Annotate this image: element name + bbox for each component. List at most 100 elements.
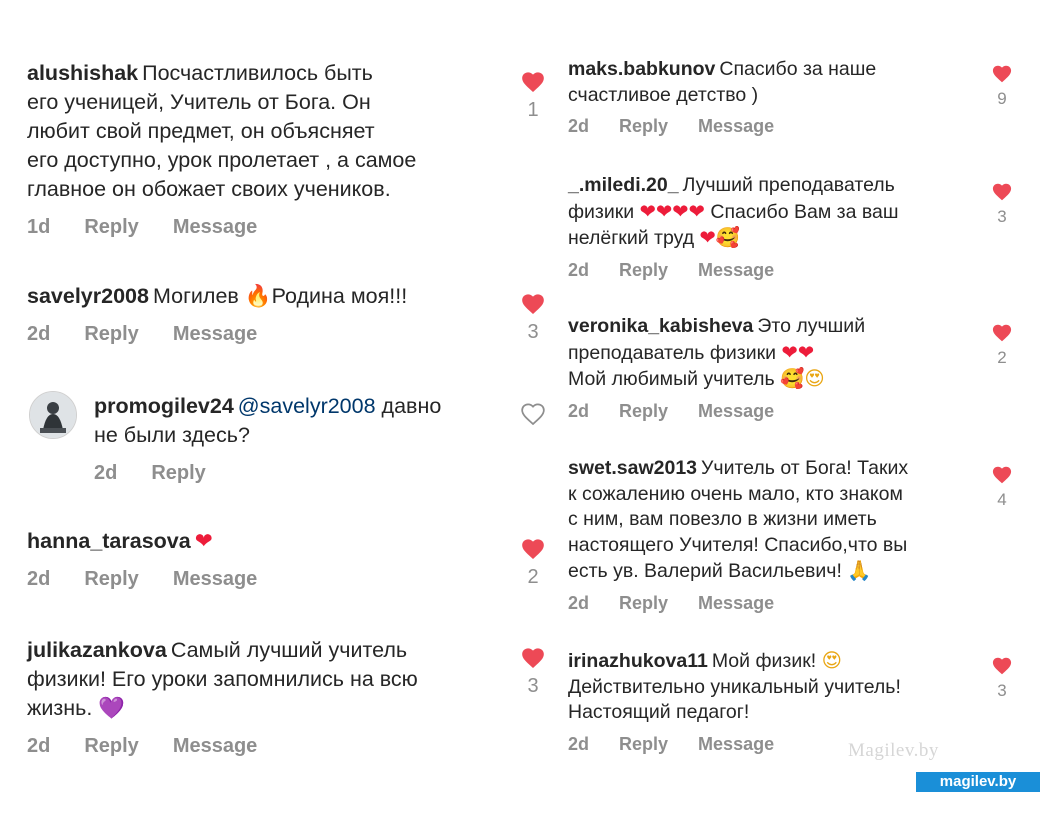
- timestamp: 2d: [568, 400, 590, 421]
- like-count: 3: [997, 681, 1007, 700]
- comment-meta: 1d Reply Message: [27, 216, 497, 239]
- like-button[interactable]: 9: [982, 63, 1022, 109]
- heart-filled-icon: [992, 657, 1012, 675]
- heart-filled-icon: [522, 648, 544, 669]
- username-link[interactable]: irinazhukova11: [568, 650, 708, 672]
- message-button[interactable]: Message: [698, 401, 774, 422]
- watermark-text: Magilev.by: [848, 740, 939, 761]
- like-count: 3: [997, 207, 1007, 226]
- like-button[interactable]: 3: [982, 655, 1022, 701]
- comment-veronika-kabisheva: veronika_kabisheva Это лучший преподавате…: [568, 314, 978, 422]
- like-button[interactable]: 2: [982, 322, 1022, 368]
- username-link[interactable]: _.miledi.20_: [568, 174, 679, 196]
- statue-avatar-icon: [30, 392, 76, 438]
- comment-swet-saw2013: swet.saw2013 Учитель от Бога! Таких к сож…: [568, 456, 978, 614]
- heart-eyes-emoji-icon: 😍: [821, 649, 842, 672]
- username-link[interactable]: maks.babkunov: [568, 58, 715, 80]
- username-link[interactable]: alushishak: [27, 61, 138, 85]
- message-button[interactable]: Message: [698, 116, 774, 137]
- username-link[interactable]: julikazankova: [27, 638, 167, 662]
- comment-text: maks.babkunov Спасибо за наше счастливое …: [568, 58, 877, 106]
- comment-miledi: _.miledi.20_ Лучший преподаватель физики …: [568, 173, 978, 281]
- timestamp: 2d: [27, 735, 51, 757]
- reply-button[interactable]: Reply: [619, 401, 668, 422]
- reply-button[interactable]: Reply: [84, 216, 138, 239]
- timestamp: 2d: [568, 116, 590, 136]
- message-button[interactable]: Message: [698, 593, 774, 614]
- heart-filled-icon: [992, 65, 1012, 83]
- comment-text: _.miledi.20_ Лучший преподаватель физики …: [568, 174, 899, 249]
- reply-button[interactable]: Reply: [84, 568, 138, 591]
- mention-link[interactable]: @savelyr2008: [238, 394, 376, 418]
- reply-button[interactable]: Reply: [151, 462, 205, 485]
- comment-meta: 2d Reply Message: [568, 401, 978, 422]
- message-button[interactable]: Message: [173, 323, 258, 346]
- timestamp: 1d: [27, 216, 51, 238]
- reply-button[interactable]: Reply: [84, 323, 138, 346]
- heart-emoji-icon: ❤: [194, 529, 213, 554]
- reply-button[interactable]: Reply: [619, 593, 668, 614]
- smiling-face-emoji-icon: 🥰😍: [780, 367, 825, 390]
- like-count: 2: [527, 566, 539, 588]
- comment-alushishak: alushishak Посчастливилось быть его учени…: [27, 59, 497, 239]
- comment-text: promogilev24 @savelyr2008 давно не были з…: [94, 394, 442, 447]
- comment-text: alushishak Посчастливилось быть его учени…: [27, 61, 417, 201]
- like-button[interactable]: 2: [513, 536, 553, 589]
- like-count: 2: [997, 348, 1007, 367]
- comment-meta: 2d Reply: [94, 462, 494, 485]
- like-button[interactable]: 3: [982, 181, 1022, 227]
- timestamp: 2d: [27, 323, 51, 345]
- like-count: 1: [527, 99, 539, 121]
- comment-maks-babkunov: maks.babkunov Спасибо за наше счастливое …: [568, 57, 968, 137]
- reply-button[interactable]: Reply: [619, 260, 668, 281]
- timestamp: 2d: [27, 568, 51, 590]
- fire-emoji-icon: 🔥: [244, 284, 272, 309]
- timestamp: 2d: [568, 259, 590, 280]
- comment-meta: 2d Reply Message: [27, 323, 497, 346]
- comment-text: swet.saw2013 Учитель от Бога! Таких к сож…: [568, 457, 909, 582]
- heart-filled-icon: [522, 539, 544, 560]
- comment-savelyr2008: savelyr2008 Могилев 🔥Родина моя!!! 2d Rep…: [27, 282, 497, 346]
- username-link[interactable]: promogilev24: [94, 394, 234, 418]
- comment-meta: 2d Reply Message: [568, 260, 978, 281]
- heart-smiling-emoji-icon: ❤🥰: [699, 226, 741, 249]
- hearts-emoji-icon: ❤❤❤❤: [639, 199, 705, 223]
- like-button[interactable]: 4: [982, 464, 1022, 510]
- username-link[interactable]: savelyr2008: [27, 284, 149, 308]
- like-count: 3: [527, 675, 539, 697]
- timestamp: 2d: [94, 462, 118, 484]
- message-button[interactable]: Message: [698, 734, 774, 755]
- like-count: 9: [997, 89, 1007, 108]
- message-button[interactable]: Message: [173, 216, 258, 239]
- reply-button[interactable]: Reply: [84, 735, 138, 758]
- message-button[interactable]: Message: [698, 260, 774, 281]
- comment-meta: 2d Reply Message: [27, 568, 497, 591]
- message-button[interactable]: Message: [173, 735, 258, 758]
- comment-irinazhukova11: irinazhukova11 Мой физик! 😍 Действительно…: [568, 648, 978, 755]
- timestamp: 2d: [568, 733, 590, 754]
- reply-button[interactable]: Reply: [619, 734, 668, 755]
- username-link[interactable]: swet.saw2013: [568, 457, 697, 479]
- heart-filled-icon: [992, 466, 1012, 484]
- comment-text: irinazhukova11 Мой физик! 😍 Действительно…: [568, 649, 901, 723]
- comment-meta: 2d Reply Message: [27, 735, 507, 758]
- heart-filled-icon: [522, 72, 544, 93]
- comment-meta: 2d Reply Message: [568, 593, 978, 614]
- like-button[interactable]: 1: [513, 69, 553, 122]
- comment-text: savelyr2008 Могилев 🔥Родина моя!!!: [27, 284, 408, 309]
- heart-filled-icon: [992, 183, 1012, 201]
- like-button[interactable]: 3: [513, 645, 553, 698]
- praying-hands-emoji-icon: 🙏: [847, 559, 872, 582]
- avatar[interactable]: [29, 391, 77, 439]
- like-button[interactable]: 3: [513, 291, 553, 344]
- message-button[interactable]: Message: [173, 568, 258, 591]
- like-button[interactable]: [513, 401, 553, 425]
- reply-button[interactable]: Reply: [619, 116, 668, 137]
- heart-filled-icon: [522, 294, 544, 315]
- username-link[interactable]: hanna_tarasova: [27, 529, 191, 553]
- username-link[interactable]: veronika_kabisheva: [568, 315, 753, 337]
- hearts-emoji-icon: ❤❤: [781, 340, 815, 364]
- comment-text: hanna_tarasova ❤: [27, 527, 497, 556]
- watermark-badge: magilev.by: [916, 772, 1040, 792]
- reply-promogilev24: promogilev24 @savelyr2008 давно не были з…: [94, 392, 494, 485]
